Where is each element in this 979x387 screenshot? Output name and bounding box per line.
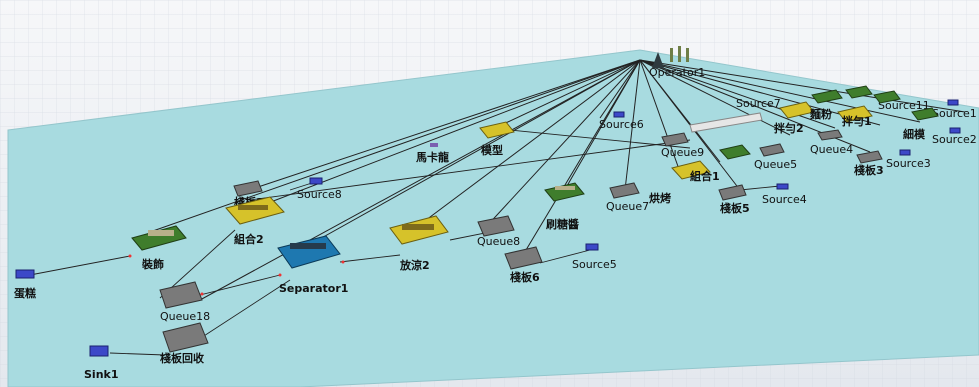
svg-text:Source8: Source8 <box>297 188 342 201</box>
svg-text:Queue8: Queue8 <box>477 235 520 248</box>
svg-text:棧板6: 棧板6 <box>510 270 540 284</box>
svg-text:烘烤: 烘烤 <box>649 191 671 205</box>
svg-text:細模: 細模 <box>903 127 926 141</box>
svg-text:Queue18: Queue18 <box>160 310 210 323</box>
svg-text:組合1: 組合1 <box>690 169 720 183</box>
svg-text:Queue7: Queue7 <box>606 200 649 213</box>
svg-text:放涼2: 放涼2 <box>399 258 430 272</box>
svg-text:棧板5: 棧板5 <box>720 201 750 215</box>
source-7[interactable]: Source7 <box>736 97 781 110</box>
svg-text:棧板回收: 棧板回收 <box>160 351 204 365</box>
svg-text:蛋糕: 蛋糕 <box>14 286 36 300</box>
svg-text:棧板3: 棧板3 <box>854 163 884 177</box>
svg-text:裝飾: 裝飾 <box>141 257 164 271</box>
svg-text:馬卡龍: 馬卡龍 <box>416 150 449 164</box>
svg-text:Separator1: Separator1 <box>279 282 348 295</box>
svg-text:組合2: 組合2 <box>234 232 264 246</box>
svg-text:Source7: Source7 <box>736 97 781 110</box>
svg-text:Source3: Source3 <box>886 157 931 170</box>
svg-text:刷糖醬: 刷糖醬 <box>546 217 579 231</box>
svg-text:Queue9: Queue9 <box>661 146 704 159</box>
svg-text:Source6: Source6 <box>599 118 644 131</box>
svg-text:拌勻2: 拌勻2 <box>774 121 804 135</box>
model-3d-view[interactable]: Operator1 Source8 Source6 Source5 Source… <box>0 0 979 387</box>
svg-text:模型: 模型 <box>481 143 503 157</box>
svg-text:Source5: Source5 <box>572 258 617 271</box>
scene-canvas[interactable]: Operator1 Source8 Source6 Source5 Source… <box>0 0 979 387</box>
svg-text:Source4: Source4 <box>762 193 807 206</box>
svg-text:Source2: Source2 <box>932 133 977 146</box>
svg-text:Queue5: Queue5 <box>754 158 797 171</box>
pallet-3[interactable]: 棧板3 <box>854 150 884 177</box>
svg-text:Sink1: Sink1 <box>84 368 119 381</box>
svg-text:Source1: Source1 <box>932 107 977 120</box>
svg-text:拌勻1: 拌勻1 <box>842 114 872 128</box>
svg-text:麵粉: 麵粉 <box>809 107 832 121</box>
operator-label: Operator1 <box>649 66 705 79</box>
svg-text:Queue4: Queue4 <box>810 143 853 156</box>
